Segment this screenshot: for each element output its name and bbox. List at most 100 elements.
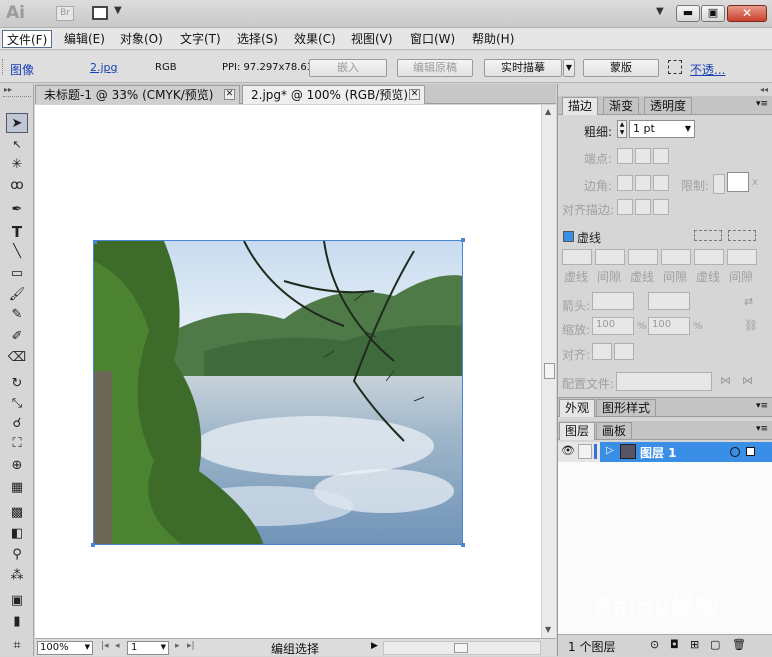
selection-handle-tl[interactable] [94,241,97,244]
chevron-down-icon[interactable]: ▼ [114,5,122,16]
gap-input-3[interactable] [727,249,757,265]
menu-select[interactable]: 选择(S) [233,30,282,48]
mask-button[interactable]: 蒙版 [583,59,659,77]
layer-row[interactable]: 👁 ▷ 图层 1 [558,442,772,462]
selection-handle-br[interactable] [461,543,465,547]
live-trace-dropdown-button[interactable]: ▼ [563,59,575,77]
menu-type[interactable]: 文字(T) [176,30,225,48]
pencil-tool-icon[interactable]: ✎ [6,305,28,325]
round-cap-button[interactable] [635,148,651,164]
embed-button[interactable]: 嵌入 [309,59,387,77]
transform-icon[interactable] [668,60,682,74]
menu-effect[interactable]: 效果(C) [290,30,340,48]
selection-square-icon[interactable] [746,447,755,456]
minimize-button[interactable]: ▬ [676,5,700,22]
menu-edit[interactable]: 编辑(E) [60,30,109,48]
scroll-down-icon[interactable]: ▼ [545,625,551,634]
layer-name[interactable]: 图层 1 [640,444,677,461]
column-graph-tool-icon[interactable]: ▮ [6,612,28,632]
menu-view[interactable]: 视图(V) [347,30,397,48]
tab-artboards[interactable]: 画板 [596,422,633,440]
scroll-up-icon[interactable]: ▲ [545,107,551,116]
align-outside-button[interactable] [653,199,669,215]
direct-selection-tool-icon[interactable]: ↖ [6,135,28,155]
tab-gradient[interactable]: 渐变 [603,97,640,115]
start-arrow-select[interactable] [592,292,634,310]
slice-tool-icon[interactable]: ⌗ [6,636,28,656]
weight-select[interactable]: 1 pt ▼ [629,120,695,138]
menu-object[interactable]: 对象(O) [116,30,167,48]
page-select[interactable]: 1 ▼ [127,641,169,655]
status-menu-icon[interactable]: ▶ [371,641,378,651]
selection-tool-icon[interactable]: ➤ [6,113,28,133]
dash-input-2[interactable] [628,249,658,265]
link-scale-icon[interactable]: ⛓ [744,319,758,332]
dock-collapse-icon[interactable]: ◂◂ [760,85,768,94]
scroll-thumb[interactable] [544,363,555,379]
delete-layer-icon[interactable]: 🗑 [732,638,746,651]
gradient-tool-icon[interactable]: ◧ [6,524,28,544]
bridge-button[interactable]: Br [56,6,74,21]
lasso-tool-icon[interactable]: ꝏ [6,176,28,196]
make-clip-mask-icon[interactable]: ◘ [670,638,679,651]
limit-stepper[interactable] [713,174,725,194]
graph-tool-icon[interactable]: ▦ [6,478,28,498]
last-page-icon[interactable]: ▸| [187,641,195,651]
artboard-tool-icon[interactable]: ▣ [6,591,28,611]
tab-2jpg[interactable]: 2.jpg* @ 100% (RGB/预览) ✕ [242,85,425,104]
tab-untitled-1[interactable]: 未标题-1 @ 33% (CMYK/预览) ✕ [35,85,240,104]
vertical-scrollbar[interactable]: ▲ ▼ [541,105,556,638]
free-transform-tool-icon[interactable]: ⛶ [6,434,28,454]
blob-brush-tool-icon[interactable]: ✐ [6,327,28,347]
tab-transparency[interactable]: 透明度 [644,97,693,115]
magic-wand-tool-icon[interactable]: ✳ [6,155,28,175]
arrow-align-tip-button[interactable] [592,343,612,360]
locate-object-icon[interactable]: ⊙ [650,638,659,651]
dash-input-3[interactable] [694,249,724,265]
menu-window[interactable]: 窗口(W) [406,30,459,48]
align-center-button[interactable] [617,199,633,215]
end-scale-input[interactable]: 100 [648,317,690,335]
warp-tool-icon[interactable]: ☌ [6,414,28,434]
new-sublayer-icon[interactable]: ⊞ [690,638,699,651]
swap-arrows-icon[interactable]: ⇄ [744,295,753,308]
tab-appearance[interactable]: 外观 [559,399,596,417]
dash-input-1[interactable] [562,249,592,265]
gap-input-1[interactable] [595,249,625,265]
edit-original-button[interactable]: 编辑原稿 [397,59,473,77]
gap-input-2[interactable] [661,249,691,265]
symbol-sprayer-tool-icon[interactable]: ⁂ [6,566,28,586]
close-icon[interactable]: ✕ [409,89,420,100]
menu-help[interactable]: 帮助(H) [468,30,518,48]
prev-page-icon[interactable]: ◂ [115,641,120,651]
visibility-eye-icon[interactable]: 👁 [561,444,575,457]
miter-join-button[interactable] [617,175,633,191]
mesh-tool-icon[interactable]: ▩ [6,503,28,523]
profile-select[interactable] [616,372,712,391]
h-scroll-thumb[interactable] [454,643,468,653]
dash-preserve-icon[interactable] [728,230,756,241]
maximize-button[interactable]: ▣ [701,5,725,22]
selection-handle-bl[interactable] [91,543,95,547]
next-page-icon[interactable]: ▸ [175,641,180,651]
end-arrow-select[interactable] [648,292,690,310]
limit-input[interactable] [727,172,749,192]
bevel-join-button[interactable] [653,175,669,191]
align-inside-button[interactable] [635,199,651,215]
projecting-cap-button[interactable] [653,148,669,164]
horizontal-scrollbar[interactable] [383,641,541,655]
live-trace-button[interactable]: 实时描摹 [484,59,562,77]
flip-across-icon[interactable]: ⋈ [742,374,753,387]
selection-handle-tr[interactable] [461,238,465,242]
butt-cap-button[interactable] [617,148,633,164]
lock-toggle[interactable] [578,444,592,459]
round-join-button[interactable] [635,175,651,191]
panel-menu-icon[interactable]: ▾≡ [756,424,768,434]
paintbrush-tool-icon[interactable]: 🖌 [6,285,28,305]
panel-collapse-icon[interactable]: ▸▸ [4,85,12,94]
start-scale-input[interactable]: 100 [592,317,634,335]
pen-tool-icon[interactable]: ✒ [6,200,28,220]
close-button[interactable]: ✕ [727,5,767,22]
tab-graphic-styles[interactable]: 图形样式 [596,399,657,417]
panel-menu-icon[interactable]: ▾≡ [756,401,768,411]
